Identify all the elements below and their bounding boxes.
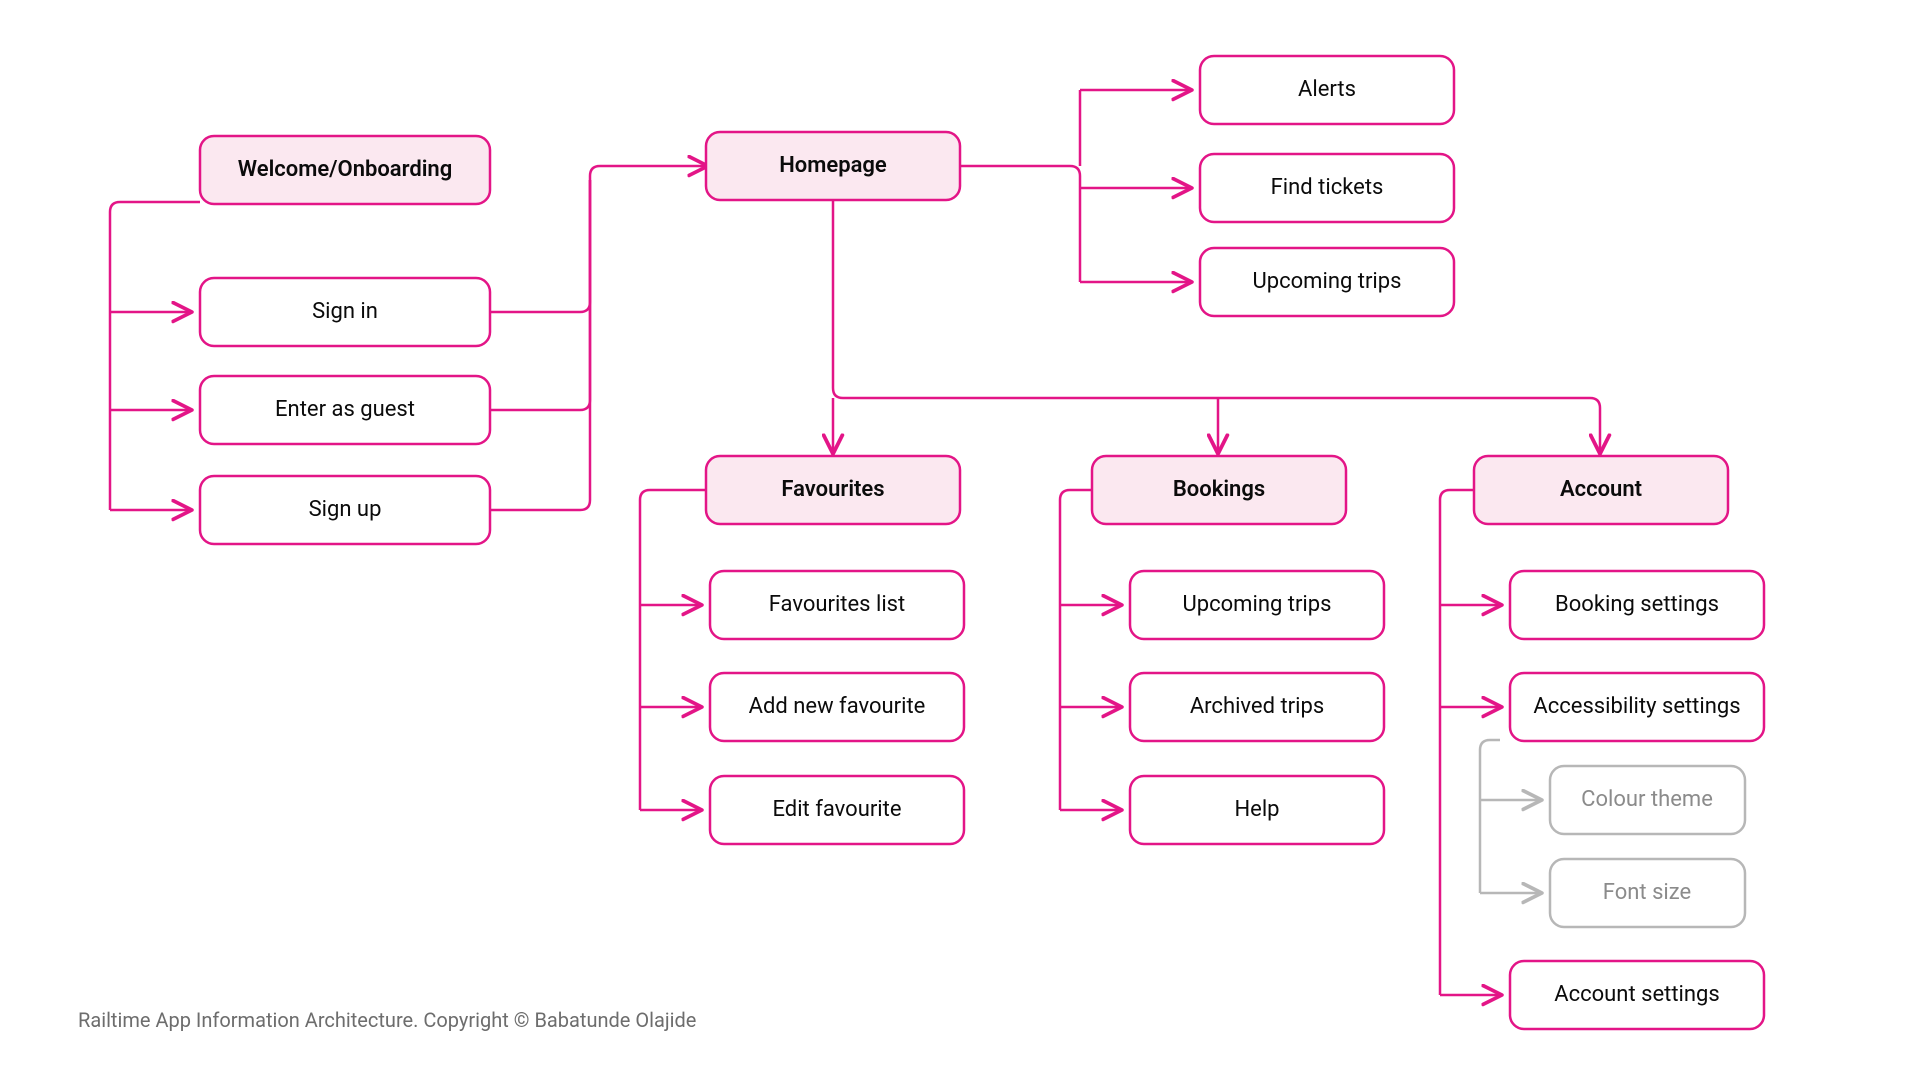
homepage-label: Homepage — [779, 153, 887, 178]
help-label: Help — [1234, 797, 1279, 822]
node-enter-as-guest: Enter as guest — [200, 376, 490, 444]
booking-settings-label: Booking settings — [1555, 592, 1719, 617]
node-sign-in: Sign in — [200, 278, 490, 346]
node-bookings: Bookings — [1092, 456, 1346, 524]
node-sign-up: Sign up — [200, 476, 490, 544]
node-booking-settings: Booking settings — [1510, 571, 1764, 639]
upcoming-trips-bookings-label: Upcoming trips — [1183, 592, 1332, 617]
add-new-favourite-label: Add new favourite — [749, 694, 926, 719]
ia-diagram: Welcome/Onboarding Sign in Enter as gues… — [0, 0, 1920, 1080]
colour-theme-label: Colour theme — [1581, 787, 1713, 812]
alerts-label: Alerts — [1298, 77, 1356, 102]
node-alerts: Alerts — [1200, 56, 1454, 124]
favourites-label: Favourites — [781, 477, 884, 502]
node-favourites-list: Favourites list — [710, 571, 964, 639]
bookings-label: Bookings — [1173, 477, 1265, 502]
node-accessibility-settings: Accessibility settings — [1510, 673, 1764, 741]
node-archived-trips: Archived trips — [1130, 673, 1384, 741]
footer-caption: Railtime App Information Architecture. C… — [78, 1008, 696, 1032]
account-settings-label: Account settings — [1554, 982, 1719, 1007]
enter-as-guest-label: Enter as guest — [275, 397, 415, 422]
node-upcoming-trips-home: Upcoming trips — [1200, 248, 1454, 316]
upcoming-trips-home-label: Upcoming trips — [1253, 269, 1402, 294]
account-label: Account — [1560, 477, 1642, 502]
find-tickets-label: Find tickets — [1271, 175, 1384, 200]
node-account-settings: Account settings — [1510, 961, 1764, 1029]
favourites-list-label: Favourites list — [769, 592, 906, 617]
welcome-onboarding-label: Welcome/Onboarding — [238, 157, 453, 182]
node-help: Help — [1130, 776, 1384, 844]
node-favourites: Favourites — [706, 456, 960, 524]
font-size-label: Font size — [1603, 880, 1691, 905]
node-edit-favourite: Edit favourite — [710, 776, 964, 844]
node-add-new-favourite: Add new favourite — [710, 673, 964, 741]
node-find-tickets: Find tickets — [1200, 154, 1454, 222]
edit-favourite-label: Edit favourite — [772, 797, 901, 822]
node-welcome-onboarding: Welcome/Onboarding — [200, 136, 490, 204]
sign-in-label: Sign in — [312, 299, 378, 324]
accessibility-settings-label: Accessibility settings — [1533, 694, 1740, 719]
node-upcoming-trips-bookings: Upcoming trips — [1130, 571, 1384, 639]
node-account: Account — [1474, 456, 1728, 524]
node-homepage: Homepage — [706, 132, 960, 200]
sign-up-label: Sign up — [309, 497, 382, 522]
node-font-size: Font size — [1550, 859, 1745, 927]
node-colour-theme: Colour theme — [1550, 766, 1745, 834]
archived-trips-label: Archived trips — [1190, 694, 1324, 719]
